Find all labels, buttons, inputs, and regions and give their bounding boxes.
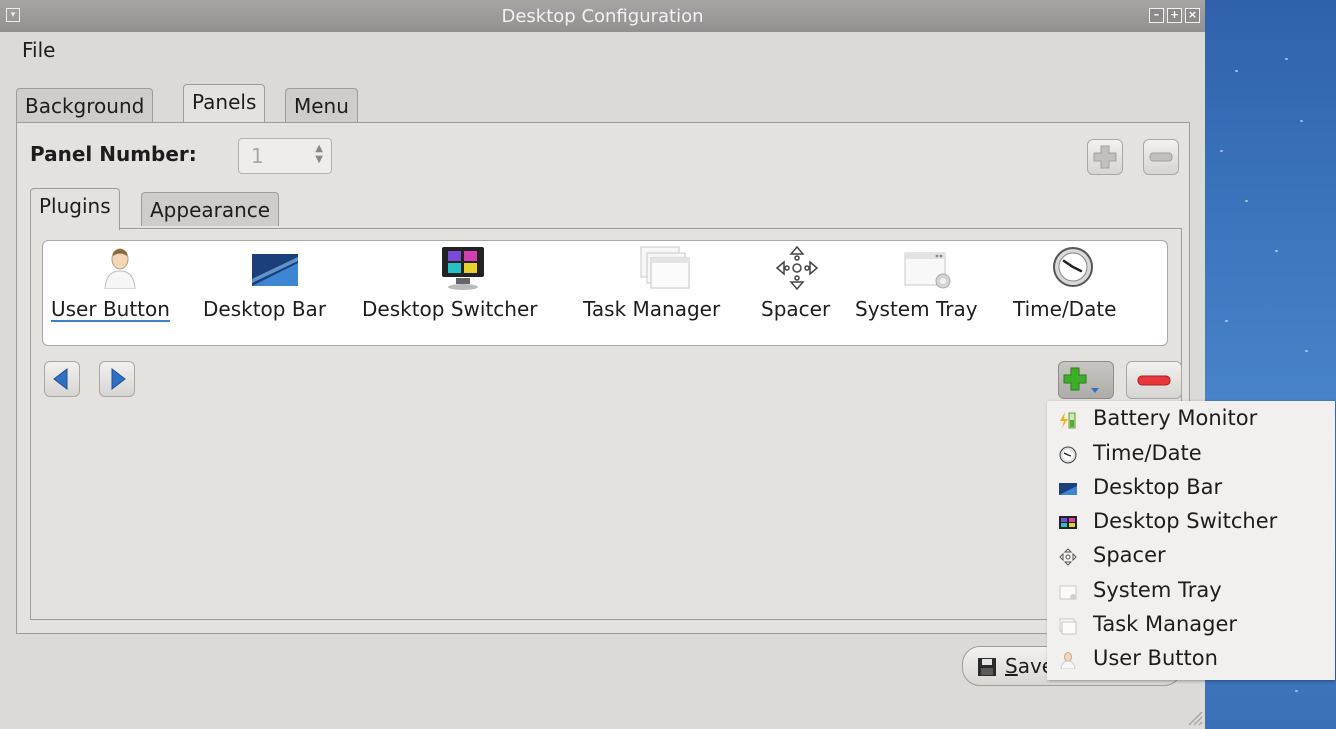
add-plugin-icon (1063, 367, 1099, 393)
menu-item-label: User Button (1093, 646, 1218, 670)
tab-panels[interactable]: Panels (183, 84, 266, 122)
remove-plugin-button[interactable] (1126, 361, 1182, 399)
menu-item-system-tray[interactable]: System Tray (1047, 574, 1335, 608)
panel-number-label: Panel Number: (30, 142, 197, 166)
task-manager-icon (640, 246, 690, 289)
menu-item-label: Spacer (1093, 543, 1166, 567)
menu-item-label: System Tray (1093, 578, 1222, 602)
menu-item-spacer[interactable]: Spacer (1047, 539, 1335, 573)
add-plugin-button[interactable] (1058, 361, 1114, 399)
remove-plugin-icon (1137, 375, 1171, 386)
arrow-right-icon (111, 367, 126, 391)
resize-grip-icon[interactable] (1183, 706, 1203, 726)
user-icon (104, 248, 136, 289)
menu-item-user-button[interactable]: User Button (1047, 642, 1335, 676)
menu-item-battery-monitor[interactable]: Battery Monitor (1047, 402, 1335, 436)
remove-panel-button[interactable] (1143, 139, 1179, 175)
move-left-button[interactable] (44, 361, 80, 397)
battery-icon (1060, 412, 1076, 429)
desktop-configuration-window: ▾ Desktop Configuration – + × File Backg… (0, 0, 1205, 729)
menu-file[interactable]: File (22, 38, 55, 62)
window-title: Desktop Configuration (501, 6, 704, 27)
add-panel-button[interactable] (1087, 139, 1123, 175)
system-tray-icon (904, 252, 951, 289)
menu-item-time-date[interactable]: Time/Date (1047, 437, 1335, 471)
save-icon (978, 658, 996, 676)
spin-arrows-icon[interactable]: ▲ ▼ (315, 143, 323, 165)
menu-item-label: Task Manager (1093, 612, 1238, 636)
menu-item-label: Time/Date (1093, 441, 1202, 465)
tab-appearance[interactable]: Appearance (141, 192, 280, 226)
remove-icon (1149, 152, 1173, 162)
clock-icon (1053, 247, 1093, 287)
desktop-bar-icon (1059, 483, 1077, 495)
menu-item-label: Battery Monitor (1093, 406, 1258, 430)
plugin-label: System Tray (855, 297, 978, 321)
menu-item-label: Desktop Bar (1093, 475, 1223, 499)
plugin-label: User Button (51, 297, 170, 321)
maximize-icon[interactable]: + (1167, 8, 1182, 23)
menu-item-label: Desktop Switcher (1093, 509, 1278, 533)
spacer-icon (775, 245, 819, 291)
panel-number-value: 1 (251, 144, 264, 168)
system-tray-icon (1059, 585, 1077, 600)
plugin-label: Desktop Bar (203, 297, 327, 321)
plugin-label: Time/Date (1013, 297, 1117, 321)
desktop-bar-icon (252, 254, 298, 286)
plugin-label: Spacer (761, 297, 831, 321)
clock-icon (1059, 446, 1077, 464)
tab-plugins[interactable]: Plugins (30, 188, 120, 230)
menu-item-desktop-switcher[interactable]: Desktop Switcher (1047, 505, 1335, 539)
close-icon[interactable]: × (1185, 8, 1200, 23)
task-manager-icon (1059, 618, 1077, 635)
plugin-label: Task Manager (583, 297, 721, 321)
minimize-icon[interactable]: – (1149, 8, 1164, 23)
plugin-label: Desktop Switcher (362, 297, 538, 321)
panel-number-spinbox[interactable]: 1 ▲ ▼ (238, 138, 332, 174)
arrow-left-icon (53, 367, 68, 391)
menu-item-desktop-bar[interactable]: Desktop Bar (1047, 471, 1335, 505)
tab-menu[interactable]: Menu (285, 88, 358, 122)
move-right-button[interactable] (99, 361, 135, 397)
title-bar[interactable]: ▾ Desktop Configuration – + × (0, 0, 1205, 32)
desktop-switcher-icon (1059, 516, 1077, 529)
tab-background[interactable]: Background (16, 88, 154, 122)
add-icon (1093, 145, 1117, 169)
add-plugin-menu: Battery Monitor Time/Date Desktop Bar De… (1047, 401, 1335, 680)
plugin-list[interactable] (42, 240, 1168, 346)
spacer-icon (1059, 548, 1077, 566)
menu-item-task-manager[interactable]: Task Manager (1047, 608, 1335, 642)
desktop-switcher-icon (442, 247, 484, 290)
user-icon (1060, 652, 1076, 669)
